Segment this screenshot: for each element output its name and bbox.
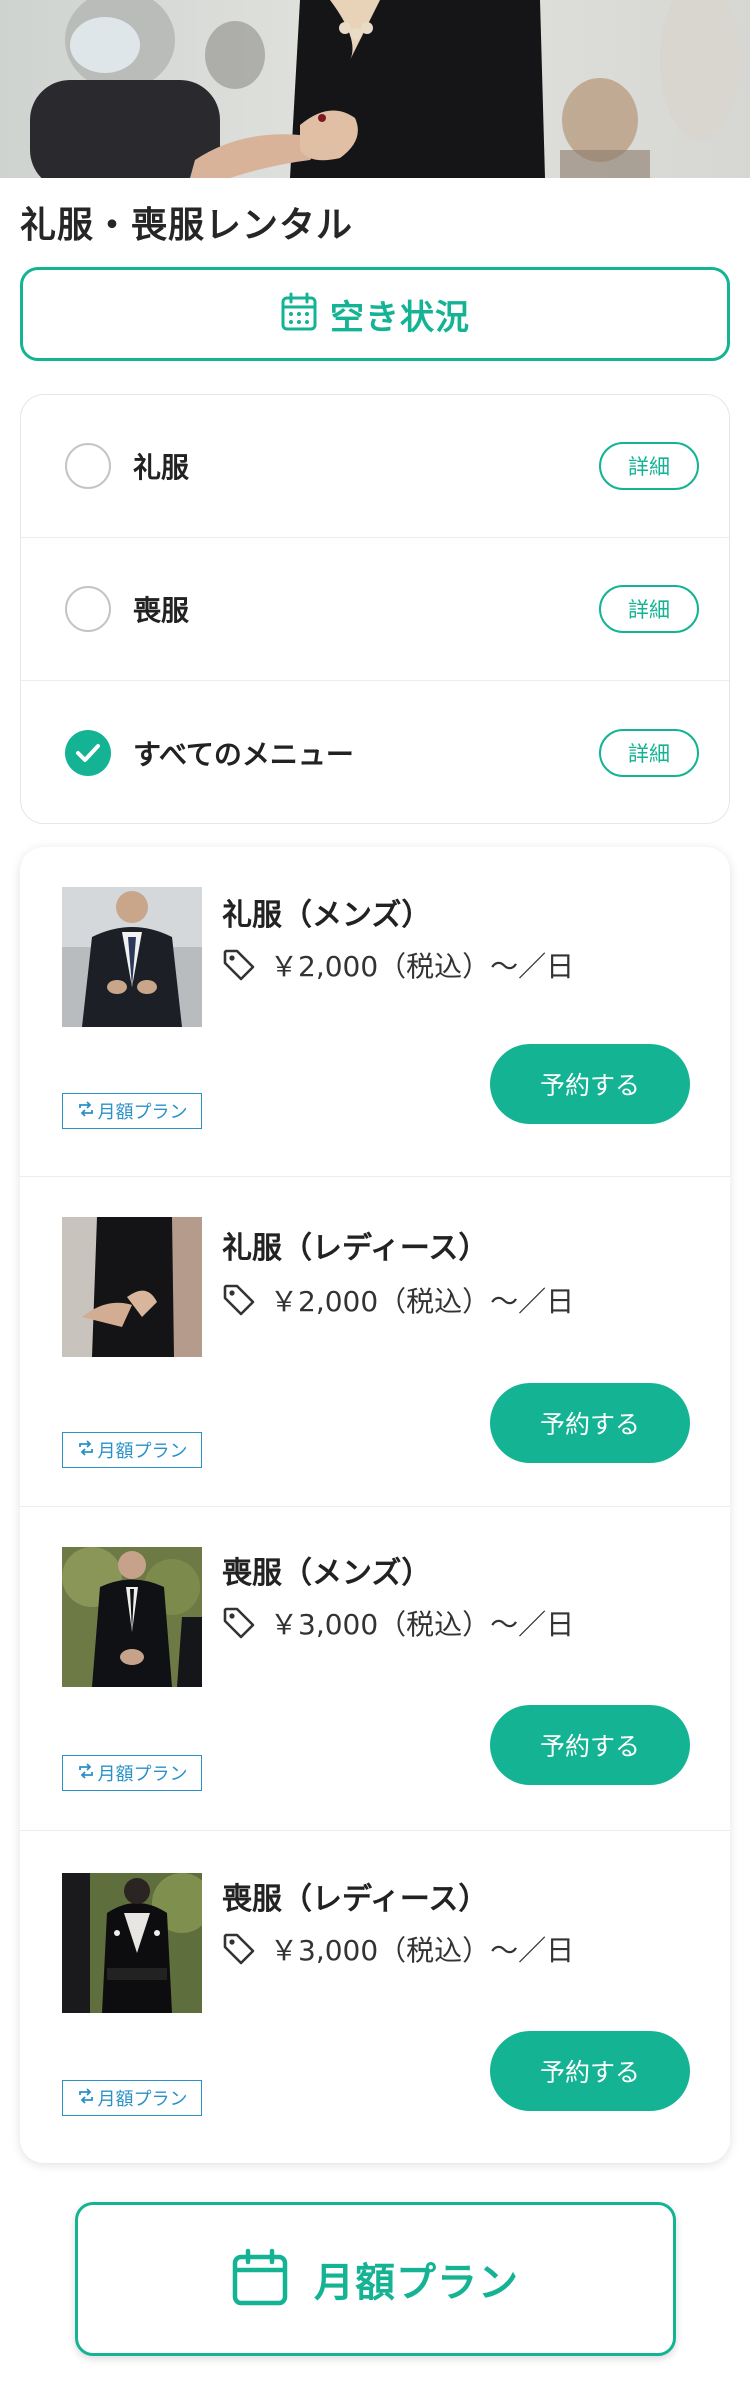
menu-item-thumbnail <box>62 1547 202 1687</box>
price-row: ￥3,000（税込）〜／日 <box>222 1929 574 1969</box>
menu-list: 礼服（メンズ） ￥2,000（税込）〜／日 予約する 月額プラン 礼服（レディー… <box>20 847 730 2163</box>
filter-option-reifuku[interactable]: 礼服 詳細 <box>21 395 729 538</box>
filter-option-mofuku[interactable]: 喪服 詳細 <box>21 538 729 681</box>
filter-option-all-menus[interactable]: すべてのメニュー 詳細 <box>21 681 729 823</box>
repeat-icon <box>77 2087 95 2110</box>
reserve-button[interactable]: 予約する <box>490 1383 690 1463</box>
detail-button[interactable]: 詳細 <box>599 585 699 633</box>
price-row: ￥3,000（税込）〜／日 <box>222 1603 574 1643</box>
reserve-button[interactable]: 予約する <box>490 1705 690 1785</box>
menu-item-thumbnail <box>62 1873 202 2013</box>
price-tag-icon <box>223 949 255 981</box>
menu-item-title: 喪服（レディース） <box>222 1882 489 1917</box>
monthly-plan-badge-label: 月額プラン <box>97 2089 188 2110</box>
repeat-icon <box>77 1100 95 1123</box>
menu-item-price: ￥2,000（税込）〜／日 <box>270 950 575 983</box>
monthly-plan-badge[interactable]: 月額プラン <box>62 1093 202 1129</box>
hero-image <box>0 0 750 178</box>
menu-item-title: 喪服（メンズ） <box>222 1556 432 1591</box>
menu-item-thumbnail <box>62 1217 202 1357</box>
price-row: ￥2,000（税込）〜／日 <box>222 945 574 985</box>
menu-item-title: 礼服（レディース） <box>222 1231 489 1266</box>
monthly-plan-badge[interactable]: 月額プラン <box>62 1432 202 1468</box>
monthly-plan-badge-label: 月額プラン <box>97 1102 188 1123</box>
monthly-plan-badge-label: 月額プラン <box>97 1764 188 1785</box>
detail-button[interactable]: 詳細 <box>599 442 699 490</box>
monthly-plan-button[interactable]: 月額プラン <box>75 2202 676 2356</box>
menu-item-price: ￥3,000（税込）〜／日 <box>270 1608 575 1641</box>
page-title: 礼服・喪服レンタル <box>20 205 354 246</box>
radio-button-checked[interactable] <box>65 729 111 776</box>
menu-item-price: ￥3,000（税込）〜／日 <box>270 1934 575 1967</box>
menu-item-mens-mourning: 喪服（メンズ） ￥3,000（税込）〜／日 予約する 月額プラン <box>20 1507 730 1831</box>
repeat-icon <box>77 1439 95 1462</box>
menu-item-mens-formal: 礼服（メンズ） ￥2,000（税込）〜／日 予約する 月額プラン <box>20 847 730 1177</box>
monthly-plan-badge[interactable]: 月額プラン <box>62 2080 202 2116</box>
price-tag-icon <box>223 1933 255 1965</box>
reserve-button[interactable]: 予約する <box>490 2031 690 2111</box>
monthly-plan-badge-label: 月額プラン <box>97 1441 188 1462</box>
availability-button-label: 空き状況 <box>330 297 470 338</box>
calendar-icon <box>232 2248 288 2310</box>
price-row: ￥2,000（税込）〜／日 <box>222 1280 574 1320</box>
filter-option-label: 礼服 <box>133 451 190 484</box>
filter-option-label: 喪服 <box>133 594 190 627</box>
monthly-plan-badge[interactable]: 月額プラン <box>62 1755 202 1791</box>
availability-button[interactable]: 空き状況 <box>20 267 730 361</box>
price-tag-icon <box>223 1284 255 1316</box>
radio-button[interactable] <box>65 443 111 489</box>
category-filter-list: 礼服 詳細 喪服 詳細 すべてのメニュー 詳細 <box>20 394 730 824</box>
menu-item-price: ￥2,000（税込）〜／日 <box>270 1285 575 1318</box>
calendar-icon <box>280 292 318 336</box>
filter-option-label: すべてのメニュー <box>133 737 354 771</box>
menu-item-title: 礼服（メンズ） <box>222 898 432 933</box>
price-tag-icon <box>223 1607 255 1639</box>
checkmark-icon <box>76 743 100 762</box>
menu-item-ladies-mourning: 喪服（レディース） ￥3,000（税込）〜／日 予約する 月額プラン <box>20 1831 730 2163</box>
menu-item-ladies-formal: 礼服（レディース） ￥2,000（税込）〜／日 予約する 月額プラン <box>20 1177 730 1507</box>
monthly-plan-button-label: 月額プラン <box>314 2260 519 2306</box>
repeat-icon <box>77 1762 95 1785</box>
radio-button[interactable] <box>65 586 111 632</box>
detail-button[interactable]: 詳細 <box>599 728 699 777</box>
menu-item-thumbnail <box>62 887 202 1027</box>
reserve-button[interactable]: 予約する <box>490 1044 690 1124</box>
